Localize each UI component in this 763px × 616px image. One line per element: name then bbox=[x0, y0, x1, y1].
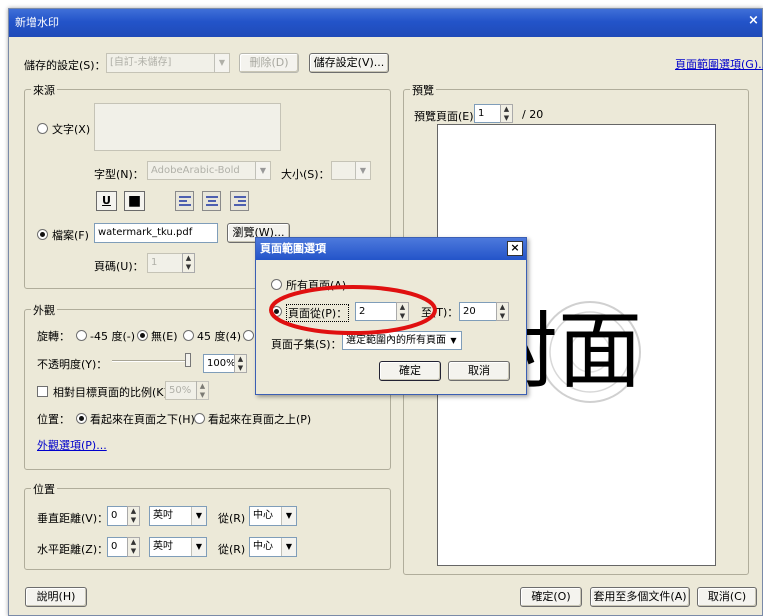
above-page-radio[interactable] bbox=[194, 413, 205, 424]
appearance-options-link[interactable]: 外觀選項(P)... bbox=[37, 437, 107, 453]
rotate-45-radio[interactable] bbox=[183, 330, 194, 341]
rotate-none-radio[interactable] bbox=[137, 330, 148, 341]
preview-page-total: / 20 bbox=[522, 108, 544, 121]
apply-multiple-button[interactable]: 套用至多個文件(A) bbox=[590, 587, 690, 607]
title-bar: 新增水印 bbox=[9, 9, 762, 37]
window-title: 新增水印 bbox=[15, 16, 59, 29]
color-button[interactable]: ■ bbox=[124, 191, 145, 211]
horizontal-unit-select[interactable]: 英吋 ▼ bbox=[149, 537, 207, 557]
size-select[interactable]: ▼ bbox=[331, 161, 371, 180]
horizontal-from-select[interactable]: 中心 ▼ bbox=[249, 537, 297, 557]
chevron-down-icon[interactable]: ▼ bbox=[255, 162, 270, 179]
scale-label: 相對目標頁面的比例(K) bbox=[53, 386, 168, 399]
dialog-cancel-button[interactable]: 取消 bbox=[448, 361, 510, 381]
page-number-stepper[interactable]: ▲ ▼ bbox=[182, 253, 195, 273]
font-select[interactable]: AdobeArabic-Bold ▼ bbox=[147, 161, 271, 180]
vertical-unit-value: 英吋 bbox=[153, 510, 173, 521]
file-path-field[interactable]: watermark_tku.pdf bbox=[94, 223, 218, 243]
underline-button[interactable]: U bbox=[96, 191, 117, 211]
vertical-from-select[interactable]: 中心 ▼ bbox=[249, 506, 297, 526]
page-number-field[interactable]: 1 bbox=[147, 253, 183, 273]
opacity-slider-thumb[interactable] bbox=[185, 353, 191, 367]
font-label: 字型(N)： bbox=[94, 168, 144, 181]
position-group bbox=[24, 488, 391, 570]
dialog-ok-button[interactable]: 確定 bbox=[379, 361, 441, 381]
preview-page-field[interactable]: 1 bbox=[474, 104, 501, 123]
vertical-unit-select[interactable]: 英吋 ▼ bbox=[149, 506, 207, 526]
horizontal-unit-value: 英吋 bbox=[153, 541, 173, 552]
chevron-down-icon[interactable]: ▼ bbox=[355, 162, 370, 179]
saved-settings-select[interactable]: [自訂-未儲存] ▼ bbox=[106, 53, 230, 73]
vertical-distance-field[interactable]: 0 bbox=[107, 506, 128, 526]
vertical-distance-stepper[interactable]: ▲ ▼ bbox=[127, 506, 140, 526]
align-right-icon[interactable] bbox=[230, 191, 249, 211]
vertical-distance-label: 垂直距離(V)： bbox=[37, 512, 109, 525]
above-page-label: 看起來在頁面之上(P) bbox=[208, 413, 312, 426]
file-radio[interactable] bbox=[37, 229, 48, 240]
delete-button[interactable]: 刪除(D) bbox=[239, 53, 299, 73]
horizontal-from-label: 從(R) bbox=[218, 543, 246, 556]
position-group-label: 位置 bbox=[31, 481, 57, 497]
rotate-45-label: 45 度(4) bbox=[197, 330, 242, 343]
font-value: AdobeArabic-Bold bbox=[151, 165, 240, 176]
rotate-neg45-label: -45 度(-) bbox=[90, 330, 136, 343]
opacity-field[interactable]: 100% bbox=[203, 354, 236, 373]
rotate-neg45-radio[interactable] bbox=[76, 330, 87, 341]
appearance-group-label: 外觀 bbox=[31, 302, 57, 318]
source-group-label: 來源 bbox=[31, 82, 57, 98]
close-icon[interactable]: × bbox=[507, 241, 523, 256]
page-number-label: 頁碼(U)： bbox=[94, 260, 144, 273]
size-label: 大小(S)： bbox=[281, 168, 330, 181]
horizontal-distance-stepper[interactable]: ▲ ▼ bbox=[127, 537, 140, 557]
behind-page-label: 看起來在頁面之下(H) bbox=[90, 413, 195, 426]
saved-settings-label: 儲存的設定(S)： bbox=[24, 59, 106, 72]
opacity-stepper[interactable]: ▲ ▼ bbox=[234, 354, 247, 373]
behind-page-radio[interactable] bbox=[76, 413, 87, 424]
chevron-down-icon[interactable]: ▼ bbox=[446, 332, 461, 349]
save-settings-button[interactable]: 儲存設定(V)... bbox=[309, 53, 389, 73]
opacity-slider-track[interactable] bbox=[112, 360, 188, 362]
close-icon[interactable]: × bbox=[748, 13, 762, 31]
ok-button[interactable]: 確定(O) bbox=[520, 587, 582, 607]
opacity-label: 不透明度(Y)： bbox=[37, 358, 108, 371]
scale-field[interactable]: 50% bbox=[165, 381, 197, 400]
file-radio-label: 檔案(F) bbox=[52, 229, 89, 242]
dialog-title: 頁面範圍選項 bbox=[256, 238, 526, 260]
horizontal-distance-field[interactable]: 0 bbox=[107, 537, 128, 557]
horizontal-distance-label: 水平距離(Z)： bbox=[37, 543, 109, 556]
text-radio-label: 文字(X) bbox=[52, 123, 91, 136]
page-range-options-link[interactable]: 頁面範圍選項(G)... bbox=[675, 56, 763, 72]
saved-settings-value: [自訂-未儲存] bbox=[110, 57, 172, 68]
text-input[interactable] bbox=[94, 103, 281, 151]
chevron-down-icon[interactable]: ▼ bbox=[191, 507, 206, 525]
pages-to-field[interactable]: 20 bbox=[459, 302, 497, 321]
text-radio[interactable] bbox=[37, 123, 48, 134]
chevron-down-icon[interactable]: ▼ bbox=[281, 538, 296, 556]
position-label: 位置： bbox=[37, 413, 70, 426]
pages-to-stepper[interactable]: ▲ ▼ bbox=[496, 302, 509, 321]
preview-page-label: 預覽頁面(E) bbox=[414, 110, 474, 123]
horizontal-from-value: 中心 bbox=[253, 541, 273, 552]
align-left-icon[interactable] bbox=[175, 191, 194, 211]
rotate-none-label: 無(E) bbox=[151, 330, 178, 343]
rotation-label: 旋轉： bbox=[37, 330, 70, 343]
page-subset-label: 頁面子集(S)： bbox=[271, 338, 342, 351]
help-button[interactable]: 說明(H) bbox=[25, 587, 87, 607]
preview-page-stepper[interactable]: ▲ ▼ bbox=[500, 104, 513, 123]
chevron-down-icon[interactable]: ▼ bbox=[214, 54, 229, 72]
chevron-down-icon[interactable]: ▼ bbox=[281, 507, 296, 525]
vertical-from-label: 從(R) bbox=[218, 512, 246, 525]
scale-checkbox[interactable] bbox=[37, 386, 48, 397]
cancel-button[interactable]: 取消(C) bbox=[697, 587, 757, 607]
rotate-90-radio[interactable] bbox=[243, 330, 254, 341]
highlight-ellipse-annotation bbox=[269, 285, 437, 335]
chevron-down-icon[interactable]: ▼ bbox=[191, 538, 206, 556]
align-center-icon[interactable] bbox=[202, 191, 221, 211]
vertical-from-value: 中心 bbox=[253, 510, 273, 521]
preview-group-label: 預覽 bbox=[410, 82, 436, 98]
scale-stepper[interactable]: ▲ ▼ bbox=[196, 381, 209, 400]
